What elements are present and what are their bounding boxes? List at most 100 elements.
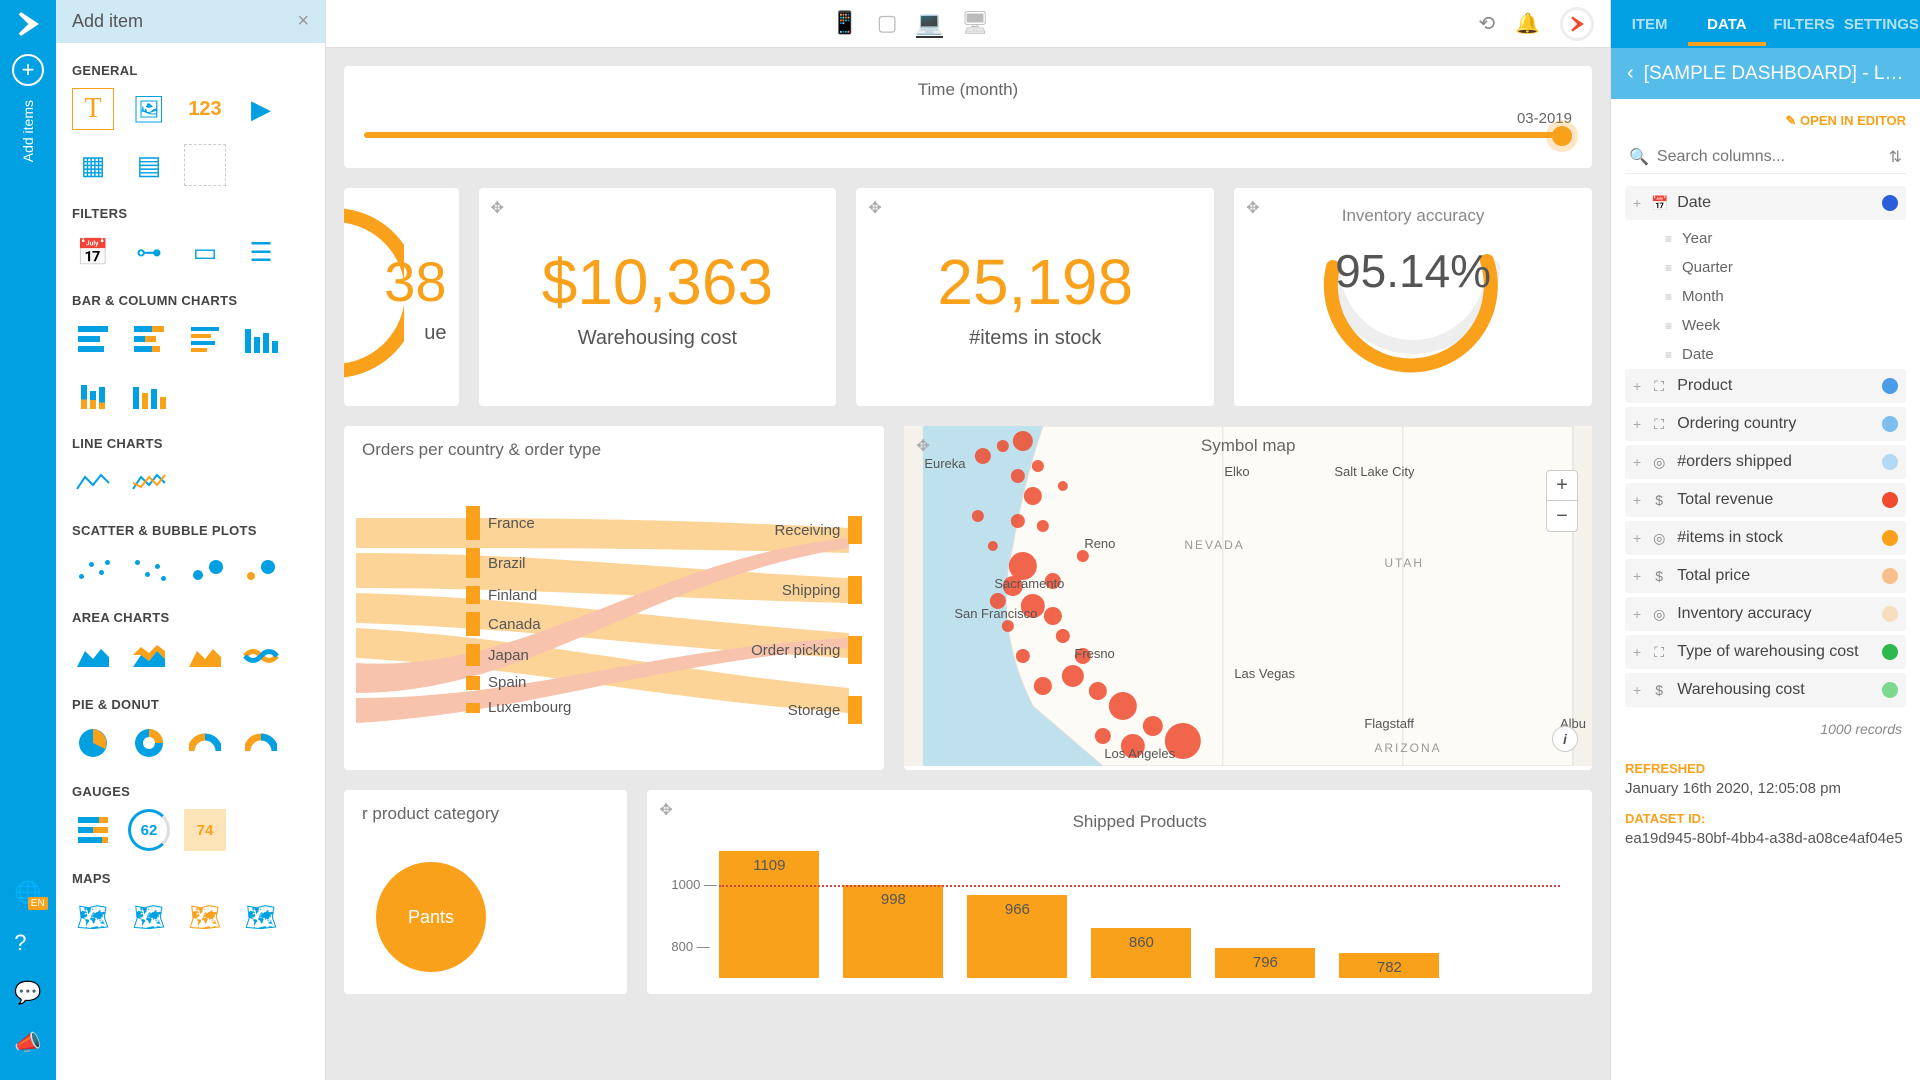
map3-icon[interactable]: 🗺: [184, 896, 226, 938]
add-items-button[interactable]: +: [12, 54, 44, 86]
map-zoom-controls: + −: [1546, 470, 1578, 532]
stream-icon[interactable]: [240, 635, 282, 677]
brand-avatar[interactable]: [1560, 7, 1594, 41]
area-icon[interactable]: [72, 635, 114, 677]
field-name: Product: [1677, 377, 1872, 395]
megaphone-icon[interactable]: 📣: [14, 1030, 41, 1056]
field-row[interactable]: +📅Date: [1625, 186, 1906, 220]
bar: 860: [1091, 928, 1191, 978]
vbar-icon[interactable]: [240, 318, 282, 360]
search-columns-input[interactable]: [1657, 148, 1881, 166]
help-icon[interactable]: ?: [14, 930, 41, 956]
line-chart-icon[interactable]: [72, 461, 114, 503]
field-row[interactable]: +⛶Ordering country: [1625, 407, 1906, 441]
tab-item[interactable]: ITEM: [1611, 3, 1688, 46]
field-child[interactable]: Quarter: [1625, 253, 1906, 282]
tab-filters[interactable]: FILTERS: [1766, 3, 1843, 46]
expand-icon[interactable]: +: [1633, 682, 1641, 698]
zoom-in-button[interactable]: +: [1547, 471, 1577, 501]
drag-handle-icon[interactable]: ✥: [916, 436, 929, 456]
half-donut-icon[interactable]: [184, 722, 226, 764]
globe-icon[interactable]: 🌐EN: [14, 880, 41, 906]
expand-icon[interactable]: +: [1633, 378, 1641, 394]
table-tile-icon[interactable]: ▦: [72, 144, 114, 186]
field-row[interactable]: +◎#items in stock: [1625, 521, 1906, 555]
half-donut2-icon[interactable]: [240, 722, 282, 764]
play-tile-icon[interactable]: ▶: [240, 88, 282, 130]
hbar-stacked-icon[interactable]: [128, 318, 170, 360]
field-color-dot: [1882, 644, 1898, 660]
expand-icon[interactable]: +: [1633, 195, 1641, 211]
scatter-icon[interactable]: [72, 548, 114, 590]
tablet-icon[interactable]: ▢: [877, 10, 898, 38]
field-child[interactable]: Year: [1625, 224, 1906, 253]
empty-tile-icon[interactable]: [184, 144, 226, 186]
area-orange-icon[interactable]: [184, 635, 226, 677]
field-row[interactable]: +⛶Product: [1625, 369, 1906, 403]
gauge-bars-icon[interactable]: [72, 809, 114, 851]
field-row[interactable]: +⛶Type of warehousing cost: [1625, 635, 1906, 669]
hbar-grouped-icon[interactable]: [184, 318, 226, 360]
sort-icon[interactable]: ⇅: [1889, 147, 1902, 167]
hbar-icon[interactable]: [72, 318, 114, 360]
field-row[interactable]: +$Total revenue: [1625, 483, 1906, 517]
date-filter-icon[interactable]: 📅: [72, 231, 114, 273]
dataset-id-label: DATASET ID:: [1625, 811, 1906, 826]
bubble-icon[interactable]: [184, 548, 226, 590]
back-icon[interactable]: ‹: [1627, 62, 1634, 85]
bell-icon[interactable]: 🔔: [1515, 11, 1540, 36]
tab-data[interactable]: DATA: [1688, 3, 1765, 46]
gauge-circle-icon[interactable]: 62: [128, 809, 170, 851]
image-tile-icon[interactable]: 🖼: [128, 88, 170, 130]
area-stacked-icon[interactable]: [128, 635, 170, 677]
expand-icon[interactable]: +: [1633, 644, 1641, 660]
dropdown-filter-icon[interactable]: ▭: [184, 231, 226, 273]
laptop-icon[interactable]: 💻: [916, 10, 943, 38]
left-rail: + Add items 🌐EN ? 💬 📣: [0, 0, 56, 1080]
drag-handle-icon[interactable]: ✥: [491, 198, 504, 218]
slider-filter-icon[interactable]: ⊶: [128, 231, 170, 273]
scatter2-icon[interactable]: [128, 548, 170, 590]
donut-icon[interactable]: [128, 722, 170, 764]
field-row[interactable]: +$Warehousing cost: [1625, 673, 1906, 707]
zoom-out-button[interactable]: −: [1547, 501, 1577, 531]
vbar-grouped-icon[interactable]: [128, 374, 170, 416]
expand-icon[interactable]: +: [1633, 568, 1641, 584]
field-row[interactable]: +◎#orders shipped: [1625, 445, 1906, 479]
drag-handle-icon[interactable]: ✥: [868, 198, 881, 218]
time-slider[interactable]: [364, 132, 1572, 138]
map4-icon[interactable]: 🗺: [240, 896, 282, 938]
time-slider-handle[interactable]: [1552, 126, 1572, 146]
close-icon[interactable]: ×: [297, 10, 309, 33]
list-filter-icon[interactable]: ☰: [240, 231, 282, 273]
field-row[interactable]: +◎Inventory accuracy: [1625, 597, 1906, 631]
field-child[interactable]: Month: [1625, 282, 1906, 311]
map-state-label: UTAH: [1384, 556, 1424, 570]
pie-icon[interactable]: [72, 722, 114, 764]
desktop-icon[interactable]: 🖥: [961, 10, 989, 38]
map-info-icon[interactable]: i: [1552, 726, 1578, 752]
share-icon[interactable]: ⟲: [1478, 11, 1495, 36]
text-tile-icon[interactable]: T: [72, 88, 114, 130]
number-tile-icon[interactable]: 123: [184, 88, 226, 130]
expand-icon[interactable]: +: [1633, 530, 1641, 546]
open-in-editor-link[interactable]: OPEN IN EDITOR: [1625, 113, 1906, 129]
gauge-square-icon[interactable]: 74: [184, 809, 226, 851]
bubble2-icon[interactable]: [240, 548, 282, 590]
chat-icon[interactable]: 💬: [14, 980, 41, 1006]
drag-handle-icon[interactable]: ✥: [1246, 198, 1259, 218]
expand-icon[interactable]: +: [1633, 416, 1641, 432]
expand-icon[interactable]: +: [1633, 492, 1641, 508]
tab-settings[interactable]: SETTINGS: [1843, 3, 1920, 46]
table2-tile-icon[interactable]: ▤: [128, 144, 170, 186]
vbar-stacked-icon[interactable]: [72, 374, 114, 416]
expand-icon[interactable]: +: [1633, 454, 1641, 470]
field-row[interactable]: +$Total price: [1625, 559, 1906, 593]
map2-icon[interactable]: 🗺: [128, 896, 170, 938]
expand-icon[interactable]: +: [1633, 606, 1641, 622]
field-child[interactable]: Date: [1625, 340, 1906, 369]
multiline-chart-icon[interactable]: [128, 461, 170, 503]
map1-icon[interactable]: 🗺: [72, 896, 114, 938]
phone-icon[interactable]: 📱: [831, 10, 858, 38]
field-child[interactable]: Week: [1625, 311, 1906, 340]
